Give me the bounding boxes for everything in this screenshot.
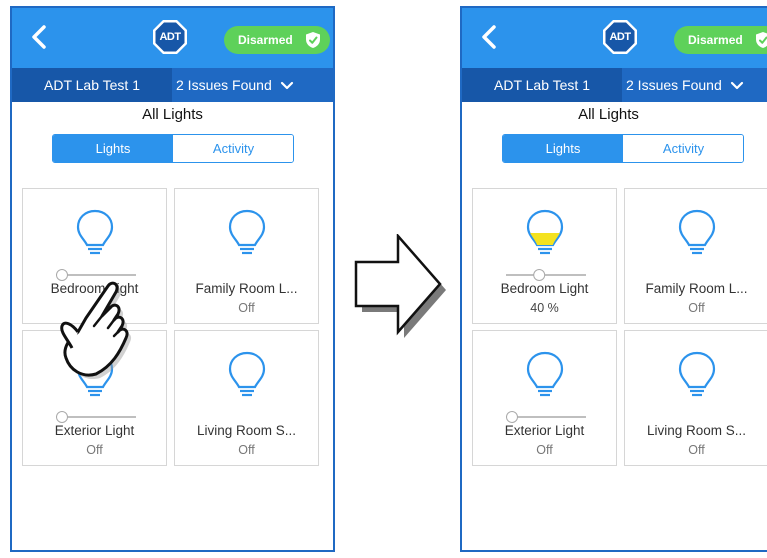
light-status: Off: [238, 443, 255, 457]
adt-logo-text: ADT: [609, 31, 631, 43]
dimmer-slider[interactable]: [506, 411, 586, 423]
screen-after: ADT Disarmed ADT Lab Test 1 2 Issues Fou…: [460, 6, 767, 552]
tab-lights[interactable]: Lights: [503, 135, 623, 162]
security-status-label: Disarmed: [238, 33, 293, 47]
light-name: Bedroom Light: [500, 281, 589, 296]
tab-activity[interactable]: Activity: [173, 135, 293, 162]
lightbulb-icon: [228, 351, 266, 397]
light-status: Off: [86, 443, 103, 457]
security-status-pill[interactable]: Disarmed: [224, 26, 330, 54]
light-card-exterior[interactable]: Exterior Light Off: [472, 330, 617, 466]
light-status: Off: [238, 301, 255, 315]
light-status: Off: [688, 301, 705, 315]
back-chevron-icon[interactable]: [26, 24, 52, 50]
light-name: Living Room S...: [196, 423, 297, 438]
light-name: Family Room L...: [195, 281, 298, 296]
tab-activity[interactable]: Activity: [623, 135, 743, 162]
issues-dropdown[interactable]: 2 Issues Found: [176, 68, 294, 102]
light-card-family-room[interactable]: Family Room L... Off: [174, 188, 319, 324]
lightbulb-icon: [526, 351, 564, 397]
light-card-living-room[interactable]: Living Room S... Off: [174, 330, 319, 466]
issues-label: 2 Issues Found: [176, 77, 272, 93]
lightbulb-icon: [678, 209, 716, 255]
security-status-label: Disarmed: [688, 33, 743, 47]
page-title: All Lights: [578, 106, 639, 123]
lightbulb-on-icon: [526, 209, 564, 255]
adt-logo: ADT: [152, 19, 188, 55]
light-card-living-room[interactable]: Living Room S... Off: [624, 330, 767, 466]
dimmer-slider[interactable]: [56, 411, 136, 423]
view-segmented-control: Lights Activity: [52, 134, 294, 163]
lightbulb-icon: [678, 351, 716, 397]
light-card-family-room[interactable]: Family Room L... Off: [624, 188, 767, 324]
lightbulb-icon: [76, 209, 114, 255]
chevron-down-icon: [730, 82, 743, 90]
light-name: Exterior Light: [504, 423, 585, 438]
adt-logo: ADT: [602, 19, 638, 55]
light-card-bedroom[interactable]: Bedroom Light 40 %: [472, 188, 617, 324]
light-status: Off: [688, 443, 705, 457]
app-header: ADT Disarmed: [12, 8, 333, 68]
light-status: 40 %: [530, 301, 559, 315]
page-title: All Lights: [142, 106, 203, 123]
light-name: Living Room S...: [646, 423, 747, 438]
dimmer-slider[interactable]: [506, 269, 586, 281]
site-name[interactable]: ADT Lab Test 1: [12, 68, 172, 102]
app-header: ADT Disarmed: [462, 8, 767, 68]
site-status-bar: ADT Lab Test 1 2 Issues Found: [462, 68, 767, 102]
view-segmented-control: Lights Activity: [502, 134, 744, 163]
back-chevron-icon[interactable]: [476, 24, 502, 50]
light-name: Exterior Light: [54, 423, 135, 438]
site-status-bar: ADT Lab Test 1 2 Issues Found: [12, 68, 333, 102]
light-name: Family Room L...: [645, 281, 748, 296]
issues-label: 2 Issues Found: [626, 77, 722, 93]
site-name[interactable]: ADT Lab Test 1: [462, 68, 622, 102]
tab-lights[interactable]: Lights: [53, 135, 173, 162]
issues-dropdown[interactable]: 2 Issues Found: [626, 68, 744, 102]
chevron-down-icon: [280, 82, 293, 90]
right-arrow-icon: [354, 234, 446, 338]
shield-check-icon: [306, 32, 320, 48]
security-status-pill[interactable]: Disarmed: [674, 26, 767, 54]
lightbulb-icon: [228, 209, 266, 255]
tap-hand-icon: [60, 281, 132, 380]
light-status: Off: [536, 443, 553, 457]
shield-check-icon: [756, 32, 767, 48]
adt-logo-text: ADT: [159, 31, 181, 43]
